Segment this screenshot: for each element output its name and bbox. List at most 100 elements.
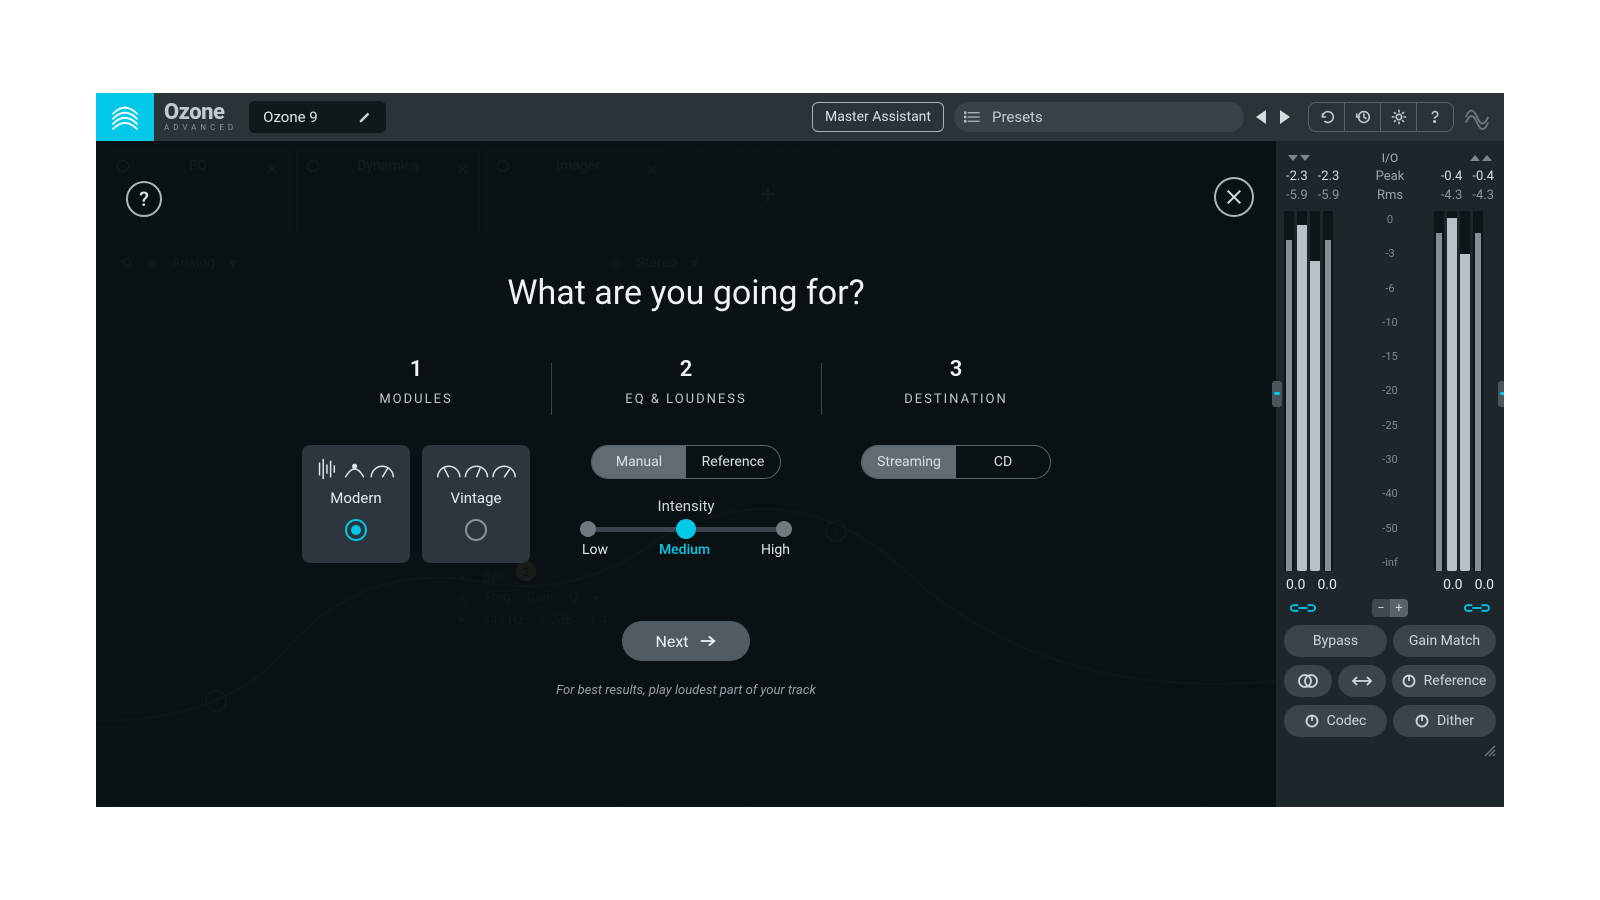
intensity-slider[interactable]: Low Medium High xyxy=(582,527,790,558)
out-rms-l: -4.3 xyxy=(1441,188,1463,203)
in-peak-l: -2.3 xyxy=(1286,169,1308,184)
codec-button[interactable]: Codec xyxy=(1284,705,1387,737)
undo-button[interactable] xyxy=(1309,103,1345,131)
next-button[interactable]: Next xyxy=(622,621,750,661)
radio-vintage[interactable] xyxy=(465,519,487,541)
presets-label: Presets xyxy=(992,108,1043,126)
peak-label: Peak xyxy=(1367,169,1413,184)
step-modules: 1 MODULES Modern xyxy=(281,357,551,563)
dest-cd-button[interactable]: CD xyxy=(956,446,1050,478)
module-modern-card[interactable]: Modern xyxy=(302,445,410,563)
swap-icon xyxy=(1351,675,1373,687)
brand-name: Ozone xyxy=(164,102,237,124)
arrow-right-icon xyxy=(699,635,717,647)
in-rms-r: -5.9 xyxy=(1318,188,1340,203)
brand-logo xyxy=(96,93,154,141)
output-meter[interactable] xyxy=(1434,211,1496,571)
bypass-button[interactable]: Bypass xyxy=(1284,625,1387,657)
step-number: 2 xyxy=(680,357,693,382)
dither-button[interactable]: Dither xyxy=(1393,705,1496,737)
dither-label: Dither xyxy=(1437,713,1474,729)
assistant-overlay: ? What are you going for? 1 MODULES xyxy=(96,141,1276,807)
step-label: MODULES xyxy=(379,392,452,407)
power-icon xyxy=(1415,714,1429,728)
intensity-low-label: Low xyxy=(582,542,608,558)
gain-match-button[interactable]: Gain Match xyxy=(1393,625,1496,657)
brand-subtitle: ADVANCED xyxy=(164,124,237,132)
output-gain-slider[interactable] xyxy=(1498,381,1504,407)
output-link-icon[interactable] xyxy=(1464,601,1490,615)
header-icon-group xyxy=(1308,102,1454,132)
intensity-high-label: High xyxy=(761,542,790,558)
modern-icon xyxy=(314,457,397,481)
power-icon xyxy=(1402,674,1416,688)
stereo-icon xyxy=(1298,673,1318,689)
presets-dropdown[interactable]: Presets xyxy=(954,102,1244,132)
out-rms-r: -4.3 xyxy=(1472,188,1494,203)
intensity-low-dot[interactable] xyxy=(580,521,596,537)
out-gain-l: 0.0 xyxy=(1443,577,1462,593)
intensity-high-dot[interactable] xyxy=(776,521,792,537)
input-gain-slider[interactable] xyxy=(1272,381,1282,407)
eq-manual-button[interactable]: Manual xyxy=(592,446,686,478)
overlay-hint: For best results, play loudest part of y… xyxy=(96,683,1276,698)
settings-button[interactable] xyxy=(1381,103,1417,131)
gain-stepper[interactable]: −+ xyxy=(1372,599,1408,617)
vintage-icon xyxy=(434,457,517,481)
next-label: Next xyxy=(655,632,688,651)
swirl-icon xyxy=(108,100,142,134)
resize-handle-icon[interactable] xyxy=(1482,743,1496,757)
overlay-title: What are you going for? xyxy=(96,273,1276,313)
io-label: I/O xyxy=(1310,151,1470,165)
brand: Ozone ADVANCED xyxy=(164,102,237,132)
stereo-mode-button[interactable] xyxy=(1284,665,1332,697)
intensity-medium-label: Medium xyxy=(659,542,710,558)
step-eq-loudness: 2 EQ & LOUDNESS Manual Reference Intensi… xyxy=(551,357,821,563)
pencil-icon xyxy=(358,110,372,124)
io-sidebar: I/O -2.3-2.3 Peak -0.4-0.4 -5.9-5.9 Rms … xyxy=(1276,141,1504,807)
master-assistant-button[interactable]: Master Assistant xyxy=(812,102,944,132)
close-icon xyxy=(1225,188,1243,206)
preset-prev-button[interactable] xyxy=(1256,110,1266,124)
input-link-icon[interactable] xyxy=(1290,601,1316,615)
radio-modern[interactable] xyxy=(345,519,367,541)
intensity-medium-dot[interactable] xyxy=(676,519,696,539)
history-button[interactable] xyxy=(1345,103,1381,131)
list-icon xyxy=(964,111,980,123)
preset-next-button[interactable] xyxy=(1280,110,1290,124)
in-gain-l: 0.0 xyxy=(1286,577,1305,593)
steps: 1 MODULES Modern xyxy=(96,357,1276,563)
dest-streaming-button[interactable]: Streaming xyxy=(862,446,956,478)
preset-chip[interactable]: Ozone 9 xyxy=(249,101,386,133)
output-collapse-icon[interactable] xyxy=(1470,155,1492,161)
swap-channels-button[interactable] xyxy=(1338,665,1386,697)
input-meter[interactable] xyxy=(1284,211,1346,571)
rms-label: Rms xyxy=(1367,188,1413,203)
in-rms-l: -5.9 xyxy=(1286,188,1308,203)
eq-reference-button[interactable]: Reference xyxy=(686,446,780,478)
overlay-close-button[interactable] xyxy=(1214,177,1254,217)
reference-label: Reference xyxy=(1424,673,1487,689)
reference-button[interactable]: Reference xyxy=(1392,665,1496,697)
step-destination: 3 DESTINATION Streaming CD xyxy=(821,357,1091,563)
wave-icon[interactable] xyxy=(1464,104,1490,130)
preset-nav xyxy=(1256,110,1290,124)
in-gain-r: 0.0 xyxy=(1317,577,1336,593)
step-number: 3 xyxy=(950,357,963,382)
input-collapse-icon[interactable] xyxy=(1288,155,1310,161)
preset-name: Ozone 9 xyxy=(263,108,318,126)
module-vintage-card[interactable]: Vintage xyxy=(422,445,530,563)
help-button[interactable] xyxy=(1417,103,1453,131)
body: EQ✕ Dynamics✕ Imager✕ + ⟲⊕Analog▾ ◎Stere… xyxy=(96,141,1504,807)
out-peak-l: -0.4 xyxy=(1441,169,1463,184)
level-meters: 0-3-6 -10-15-20 -25-30-40 -50-inf xyxy=(1284,211,1496,571)
eq-mode-toggle: Manual Reference xyxy=(591,445,781,479)
step-label: EQ & LOUDNESS xyxy=(625,392,746,407)
master-assistant-label: Master Assistant xyxy=(825,109,931,125)
header: Ozone ADVANCED Ozone 9 Master Assistant … xyxy=(96,93,1504,141)
step-label: DESTINATION xyxy=(904,392,1008,407)
app-window: Ozone ADVANCED Ozone 9 Master Assistant … xyxy=(96,93,1504,807)
overlay-help-button[interactable]: ? xyxy=(126,181,162,217)
out-peak-r: -0.4 xyxy=(1472,169,1494,184)
card-label: Modern xyxy=(330,489,381,507)
